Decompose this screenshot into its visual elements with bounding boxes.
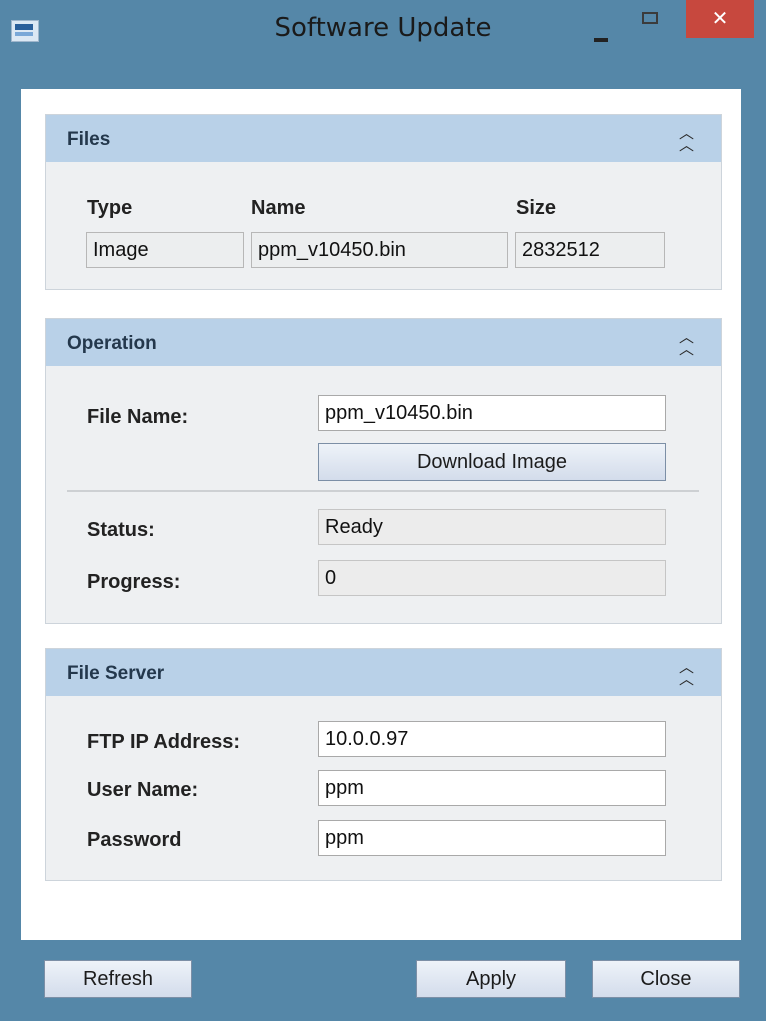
file-name-input[interactable]: ppm_v10450.bin bbox=[318, 395, 666, 431]
status-label: Status: bbox=[87, 519, 155, 541]
size-column-header: Size bbox=[516, 197, 557, 219]
double-chevron-up-icon[interactable]: ︿ ︿ bbox=[679, 126, 694, 153]
ftp-ip-label: FTP IP Address: bbox=[87, 731, 241, 753]
files-panel-title: Files bbox=[67, 129, 111, 150]
close-button[interactable]: Close bbox=[592, 960, 740, 998]
password-input[interactable]: ppm bbox=[318, 820, 666, 856]
double-chevron-up-icon[interactable]: ︿ ︿ bbox=[679, 660, 694, 687]
title-bar[interactable]: Software Update ✕ bbox=[0, 0, 766, 60]
file-name-label: File Name: bbox=[87, 406, 189, 428]
operation-panel-header[interactable]: Operation ︿ ︿ bbox=[46, 319, 721, 366]
file-type-value: Image bbox=[86, 232, 244, 268]
user-name-input[interactable]: ppm bbox=[318, 770, 666, 806]
user-name-label: User Name: bbox=[87, 779, 199, 801]
file-size-value: 2832512 bbox=[515, 232, 665, 268]
minimize-icon[interactable] bbox=[588, 14, 614, 44]
password-label: Password bbox=[87, 829, 182, 851]
file-server-panel: File Server ︿ ︿ FTP IP Address: 10.0.0.97… bbox=[45, 648, 722, 881]
files-panel-header[interactable]: Files ︿ ︿ bbox=[46, 115, 721, 162]
file-server-panel-title: File Server bbox=[67, 663, 165, 684]
refresh-button[interactable]: Refresh bbox=[44, 960, 192, 998]
type-column-header: Type bbox=[87, 197, 133, 219]
maximize-icon[interactable] bbox=[638, 8, 664, 34]
apply-button[interactable]: Apply bbox=[416, 960, 566, 998]
file-server-panel-header[interactable]: File Server ︿ ︿ bbox=[46, 649, 721, 696]
double-chevron-up-icon[interactable]: ︿ ︿ bbox=[679, 330, 694, 357]
files-panel: Files ︿ ︿ Type Name Size Image ppm_v10450… bbox=[45, 114, 722, 290]
operation-panel: Operation ︿ ︿ File Name: ppm_v10450.bin D… bbox=[45, 318, 722, 624]
ftp-ip-input[interactable]: 10.0.0.97 bbox=[318, 721, 666, 757]
close-icon[interactable]: ✕ bbox=[686, 0, 754, 38]
divider bbox=[67, 490, 699, 492]
progress-field: 0 bbox=[318, 560, 666, 596]
status-field: Ready bbox=[318, 509, 666, 545]
name-column-header: Name bbox=[251, 197, 306, 219]
file-name-value: ppm_v10450.bin bbox=[251, 232, 508, 268]
software-update-window: Software Update ✕ Files ︿ ︿ Type Name Siz… bbox=[0, 0, 766, 1021]
operation-panel-title: Operation bbox=[67, 333, 157, 354]
progress-label: Progress: bbox=[87, 571, 181, 593]
download-image-button[interactable]: Download Image bbox=[318, 443, 666, 481]
